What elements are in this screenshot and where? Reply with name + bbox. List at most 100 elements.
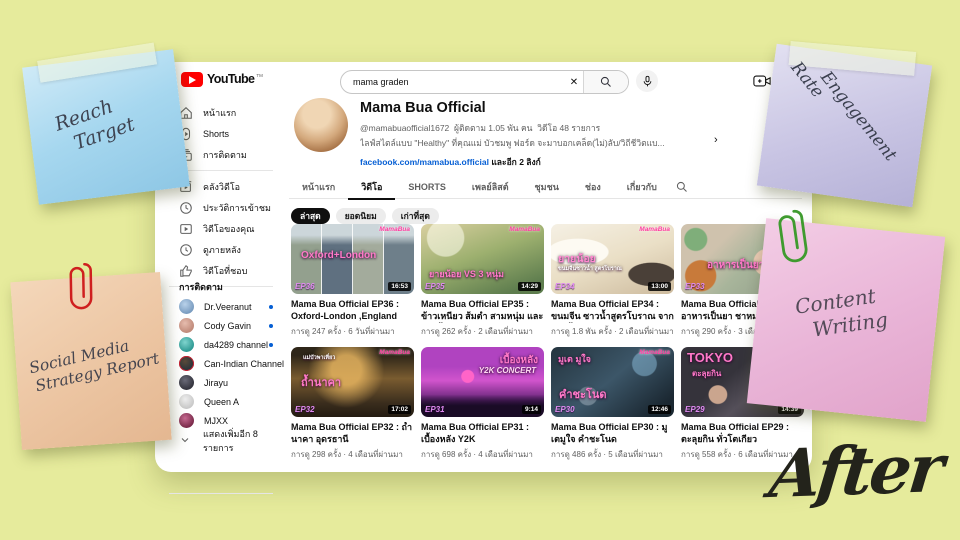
subscription-channel[interactable]: Dr.Veeranut (155, 297, 287, 316)
youtube-logo[interactable]: YouTube TM (181, 72, 263, 87)
search-button[interactable] (583, 71, 628, 93)
video-thumbnail[interactable]: Oxford+London MamaBua EP36 16:53 (291, 224, 414, 294)
video-card[interactable]: แม่บัวพาเที่ยว ถ้ำนาคา MamaBua EP32 17:0… (291, 347, 414, 461)
duration-badge: 16:53 (388, 282, 411, 291)
chip-oldest[interactable]: เก่าที่สุด (392, 208, 439, 224)
video-meta: การดู 298 ครั้ง · 4 เดือนที่ผ่านมา (291, 448, 414, 461)
thumbnail-subcaption: คำชะโนด (559, 385, 606, 403)
note-text: Social Media Strategy Report (28, 331, 162, 398)
subscription-channel[interactable]: Cody Gavin (155, 316, 287, 335)
episode-badge: EP35 (425, 282, 445, 291)
channel-name: MJXX (204, 416, 228, 426)
episode-badge: EP32 (295, 405, 315, 414)
duration-badge: 9:14 (522, 405, 541, 414)
facebook-link[interactable]: facebook.com/mamabua.official (360, 157, 489, 167)
create-video-icon (753, 74, 771, 88)
thumbnail-caption: มูเต มูใจ (558, 352, 591, 366)
thumbnail-caption: TOKYO (687, 350, 733, 365)
channel-stats: @mamabuaofficial1672 ผู้ติดตาม 1.05 พัน … (360, 121, 600, 135)
video-thumbnail[interactable]: ยายน้อย VS 3 หนุ่ม MamaBua EP35 14:29 (421, 224, 544, 294)
video-thumbnail[interactable]: ยายน้อย ขนมจีนซาวน้ำ สูตรโบราณ MamaBua E… (551, 224, 674, 294)
microphone-icon (642, 75, 653, 88)
sticky-note-reach-target: Reach Target (22, 49, 190, 204)
sidebar-item-watch-later[interactable]: ดูภายหลัง (155, 239, 287, 260)
subscription-channel[interactable]: Queen A (155, 392, 287, 411)
video-title[interactable]: Mama Bua Official EP30 : มูเตมูใจ คำชะโน… (551, 422, 674, 446)
new-content-dot (269, 324, 273, 328)
video-card[interactable]: ยายน้อย ขนมจีนซาวน้ำ สูตรโบราณ MamaBua E… (551, 224, 674, 338)
video-title[interactable]: Mama Bua Official EP36 : Oxford-London ,… (291, 299, 414, 323)
video-card[interactable]: Oxford+London MamaBua EP36 16:53 Mama Bu… (291, 224, 414, 338)
voice-search-button[interactable] (636, 70, 658, 92)
video-card[interactable]: มูเต มูใจ คำชะโนด MamaBua EP30 12:46 Mam… (551, 347, 674, 461)
episode-badge: EP34 (555, 282, 575, 291)
avatar (179, 394, 194, 409)
video-meta: การดู 1.8 พัน ครั้ง · 2 เดือนที่ผ่านมา (551, 325, 674, 338)
thumbnail-subcaption: ขนมจีนซาวน้ำ สูตรโบราณ (558, 265, 622, 273)
tab-community[interactable]: ชุมชน (522, 176, 572, 198)
sidebar-item-label: Shorts (203, 129, 229, 139)
avatar (179, 356, 194, 371)
youtube-logo-text: YouTube (207, 72, 254, 87)
thumbnail-caption: Oxford+London (301, 250, 376, 261)
video-title[interactable]: Mama Bua Official EP35 : ข้าวเหนียว ส้มต… (421, 299, 544, 323)
tab-playlists[interactable]: เพลย์ลิสต์ (459, 176, 522, 198)
channel-tabs: หน้าแรก วิดีโอ SHORTS เพลย์ลิสต์ ชุมชน ช… (289, 176, 802, 199)
create-video-button[interactable] (753, 74, 771, 88)
sidebar-item-label: ดูภายหลัง (203, 243, 241, 257)
tab-shorts[interactable]: SHORTS (395, 176, 459, 198)
video-card[interactable]: ยายน้อย VS 3 หนุ่ม MamaBua EP35 14:29 Ma… (421, 224, 544, 338)
more-links-label: และอีก 2 ลิงก์ (491, 157, 540, 167)
duration-badge: 17:02 (388, 405, 411, 414)
sticky-note-engagement-rate: Engagement Rate (757, 44, 932, 207)
video-meta: การดู 698 ครั้ง · 4 เดือนที่ผ่านมา (421, 448, 544, 461)
chevron-down-icon (179, 434, 193, 448)
sidebar-item-label: การติดตาม (203, 148, 247, 162)
filter-chips: ล่าสุด ยอดนิยม เก่าที่สุด (291, 208, 439, 224)
video-title[interactable]: Mama Bua Official EP31 : เบื้องหลัง Y2K (421, 422, 544, 446)
subscription-channel[interactable]: da4289 channel (155, 335, 287, 354)
video-thumbnail[interactable]: เบื้องหลัง Y2K CONCERT EP31 9:14 (421, 347, 544, 417)
chip-popular[interactable]: ยอดนิยม (336, 208, 386, 224)
episode-badge: EP29 (685, 405, 705, 414)
tab-channels[interactable]: ช่อง (572, 176, 614, 198)
search-icon (600, 76, 612, 88)
sidebar-item-label: หน้าแรก (203, 106, 236, 120)
video-thumbnail[interactable]: แม่บัวพาเที่ยว ถ้ำนาคา MamaBua EP32 17:0… (291, 347, 414, 417)
search-input[interactable]: mama graden (341, 77, 565, 87)
avatar (179, 413, 194, 428)
channel-avatar (294, 98, 348, 152)
video-grid-row: แม่บัวพาเที่ยว ถ้ำนาคา MamaBua EP32 17:0… (291, 347, 804, 461)
youtube-header: YouTube TM mama graden ✕ (155, 62, 812, 100)
channel-name: Dr.Veeranut (204, 302, 252, 312)
subscription-channel[interactable]: MJXX (155, 411, 287, 430)
sidebar-item-your-videos[interactable]: วิดีโอของคุณ (155, 218, 287, 239)
your-videos-icon (179, 222, 193, 236)
channel-search-icon[interactable] (676, 181, 688, 193)
video-card[interactable]: เบื้องหลัง Y2K CONCERT EP31 9:14 Mama Bu… (421, 347, 544, 461)
show-more-button[interactable]: แสดงเพิ่มอีก 8 รายการ (155, 430, 287, 451)
new-content-dot (269, 343, 273, 347)
tab-home[interactable]: หน้าแรก (289, 176, 348, 198)
thumbnail-caption: ยายน้อย VS 3 หนุ่ม (429, 267, 504, 281)
new-content-dot (269, 305, 273, 309)
video-title[interactable]: Mama Bua Official EP34 : ขนมจีน ซาวน้ำสู… (551, 299, 674, 323)
subscription-channel[interactable]: Jirayu (155, 373, 287, 392)
tab-videos[interactable]: วิดีโอ (348, 176, 395, 200)
subscription-channel[interactable]: Can-Indian Channel (155, 354, 287, 373)
clear-search-icon[interactable]: ✕ (565, 77, 583, 88)
channel-watermark: MamaBua (379, 349, 410, 356)
youtube-window: YouTube TM mama graden ✕ (155, 62, 812, 472)
video-thumbnail[interactable]: มูเต มูใจ คำชะโนด MamaBua EP30 12:46 (551, 347, 674, 417)
thumbnail-subcaption: Y2K CONCERT (479, 366, 536, 375)
channel-watermark: MamaBua (639, 226, 670, 233)
sidebar-item-history[interactable]: ประวัติการเข้าชม (155, 197, 287, 218)
chip-latest[interactable]: ล่าสุด (291, 208, 330, 224)
video-title[interactable]: Mama Bua Official EP32 : ถ้ำนาคา อุดรธาน… (291, 422, 414, 446)
history-icon (179, 201, 193, 215)
episode-badge: EP33 (685, 282, 705, 291)
description-expand-icon[interactable]: › (714, 134, 718, 146)
episode-badge: EP31 (425, 405, 445, 414)
tab-about[interactable]: เกี่ยวกับ (614, 176, 670, 198)
channel-name: Cody Gavin (204, 321, 251, 331)
